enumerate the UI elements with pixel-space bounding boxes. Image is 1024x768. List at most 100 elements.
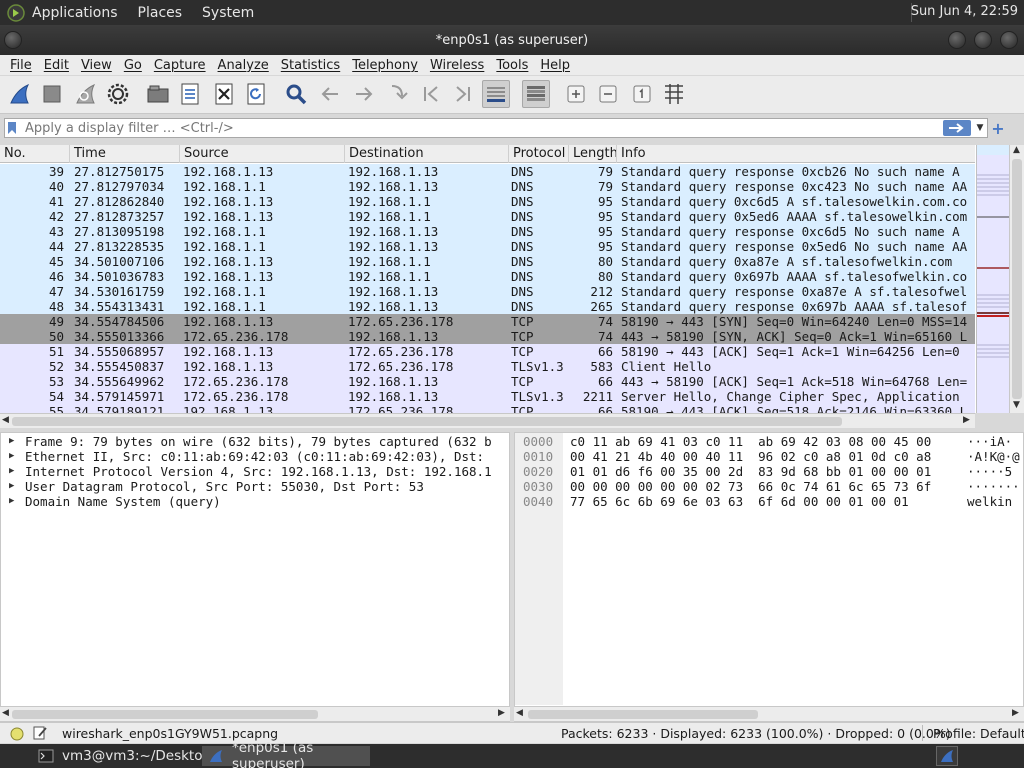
minimize-button[interactable]	[948, 31, 966, 49]
packet-row[interactable]: 51 34.555068957 192.168.1.13 172.65.236.178…	[0, 344, 975, 359]
expand-triangle-icon[interactable]: ▶	[9, 434, 14, 449]
packet-list-hscroll-thumb[interactable]	[12, 417, 842, 426]
close-file-icon[interactable]	[210, 80, 238, 108]
detail-row-ip[interactable]: ▶ Internet Protocol Version 4, Src: 192.1…	[1, 464, 509, 479]
packet-row[interactable]: 41 27.812862840 192.168.1.13 192.168.1.1 DNS…	[0, 194, 975, 209]
menu-tools[interactable]: Tools	[496, 58, 528, 73]
go-forward-icon[interactable]	[350, 80, 378, 108]
colorize-icon[interactable]	[522, 80, 550, 108]
taskbar-item-wireshark[interactable]: *enp0s1 (as superuser)	[202, 740, 370, 768]
normal-size-icon[interactable]	[628, 80, 656, 108]
packet-row[interactable]: 39 27.812750175 192.168.1.13 192.168.1.13 DN…	[0, 164, 975, 179]
menu-edit[interactable]: Edit	[44, 58, 69, 73]
scroll-left-arrow-icon[interactable]: ◀	[516, 708, 523, 718]
expand-triangle-icon[interactable]: ▶	[9, 449, 14, 464]
bytes-hex[interactable]: c0 11 ab 69 41 03 c0 11 ab 69 42 03 08 0…	[570, 434, 931, 449]
system-logo-icon[interactable]	[6, 3, 26, 23]
find-packet-icon[interactable]	[282, 80, 310, 108]
menu-capture[interactable]: Capture	[154, 58, 206, 73]
bytes-hex[interactable]: 00 00 00 00 00 00 02 73 66 0c 74 61 6c 6…	[570, 479, 931, 494]
filter-bookmark-icon[interactable]	[5, 119, 19, 137]
capture-options-gear-icon[interactable]	[104, 80, 132, 108]
packet-row[interactable]: 40 27.812797034 192.168.1.1 192.168.1.13 DNS…	[0, 179, 975, 194]
reload-icon[interactable]	[242, 80, 270, 108]
add-filter-button-plus-icon[interactable]: +	[990, 119, 1006, 138]
packet-row[interactable]: 42 27.812873257 192.168.1.13 192.168.1.1 DNS…	[0, 209, 975, 224]
panel-menu-applications[interactable]: Applications	[32, 5, 118, 21]
packet-row[interactable]: 44 27.813228535 192.168.1.1 192.168.1.13 DNS…	[0, 239, 975, 254]
expand-triangle-icon[interactable]: ▶	[9, 479, 14, 494]
go-back-icon[interactable]	[316, 80, 344, 108]
menu-file[interactable]: File	[10, 58, 32, 73]
capture-comment-edit-icon[interactable]	[32, 725, 48, 744]
taskbar-item-terminal[interactable]: vm3@vm3:~/Desktop	[32, 746, 211, 766]
panel-menu-system[interactable]: System	[202, 5, 254, 21]
go-first-icon[interactable]	[418, 80, 446, 108]
menu-go[interactable]: Go	[124, 58, 142, 73]
column-header-length[interactable]: Length	[569, 145, 617, 163]
panel-clock[interactable]: Sun Jun 4, 22:59	[911, 4, 1018, 19]
menu-telephony[interactable]: Telephony	[352, 58, 418, 73]
detail-row-ethernet[interactable]: ▶ Ethernet II, Src: c0:11:ab:69:42:03 (c0…	[1, 449, 509, 464]
scroll-right-arrow-icon[interactable]: ▶	[498, 708, 505, 718]
open-folder-icon[interactable]	[144, 80, 172, 108]
packet-row[interactable]: 46 34.501036783 192.168.1.13 192.168.1.1 DNS…	[0, 269, 975, 284]
resize-columns-icon[interactable]	[660, 80, 688, 108]
details-hscroll-thumb[interactable]	[12, 710, 318, 719]
shark-fin-restart-icon[interactable]	[72, 80, 100, 108]
scroll-right-arrow-icon[interactable]: ▶	[963, 415, 970, 425]
bytes-hex[interactable]: 77 65 6c 6b 69 6e 03 63 6f 6d 00 00 01 0…	[570, 494, 909, 509]
close-window-button[interactable]	[1000, 31, 1018, 49]
zoom-in-icon[interactable]	[562, 80, 590, 108]
bytes-hex[interactable]: 00 41 21 4b 40 00 40 11 96 02 c0 a8 01 0…	[570, 449, 931, 464]
expert-info-status-icon[interactable]	[10, 727, 24, 744]
detail-row-frame[interactable]: ▶ Frame 9: 79 bytes on wire (632 bits), 7…	[1, 434, 509, 449]
details-horizontal-scrollbar[interactable]: ◀ ▶	[0, 706, 510, 721]
bytes-ascii[interactable]: ·······	[967, 479, 1020, 494]
packet-row[interactable]: 47 34.530161759 192.168.1.1 192.168.1.13 DNS…	[0, 284, 975, 299]
zoom-out-icon[interactable]	[594, 80, 622, 108]
column-header-no[interactable]: No.	[0, 145, 70, 163]
bytes-ascii[interactable]: ···iA·	[967, 434, 1012, 449]
detail-row-dns[interactable]: ▶ Domain Name System (query)	[1, 494, 509, 509]
detail-row-udp[interactable]: ▶ User Datagram Protocol, Src Port: 55030…	[1, 479, 509, 494]
column-header-protocol[interactable]: Protocol	[509, 145, 569, 163]
status-profile[interactable]: Profile: Default	[933, 726, 1024, 741]
bytes-ascii[interactable]: ·····5	[967, 464, 1012, 479]
packet-list-horizontal-scrollbar[interactable]: ◀ ▶	[0, 413, 975, 428]
packet-list-vertical-scrollbar[interactable]: ▲ ▼	[1009, 145, 1024, 413]
stop-square-icon[interactable]	[38, 80, 66, 108]
column-header-source[interactable]: Source	[180, 145, 345, 163]
bytes-ascii[interactable]: ·A!K@·@	[967, 449, 1020, 464]
menu-statistics[interactable]: Statistics	[281, 58, 340, 73]
scroll-right-arrow-icon[interactable]: ▶	[1012, 708, 1019, 718]
go-to-packet-icon[interactable]	[384, 80, 412, 108]
packet-row[interactable]: 50 34.555013366 172.65.236.178 192.168.1.13…	[0, 329, 975, 344]
scroll-left-arrow-icon[interactable]: ◀	[2, 708, 9, 718]
packet-row[interactable]: 45 34.501007106 192.168.1.13 192.168.1.1 DNS…	[0, 254, 975, 269]
bytes-horizontal-scrollbar[interactable]: ◀ ▶	[514, 706, 1024, 721]
workspace-switcher[interactable]	[936, 746, 958, 766]
column-header-destination[interactable]: Destination	[345, 145, 509, 163]
menu-help[interactable]: Help	[540, 58, 570, 73]
expand-triangle-icon[interactable]: ▶	[9, 464, 14, 479]
shark-fin-start-icon[interactable]	[6, 80, 34, 108]
window-title-bar[interactable]: *enp0s1 (as superuser)	[0, 25, 1024, 55]
autoscroll-icon[interactable]	[482, 80, 510, 108]
packet-row[interactable]: 43 27.813095198 192.168.1.1 192.168.1.13 DNS…	[0, 224, 975, 239]
packet-row[interactable]: 52 34.555450837 192.168.1.13 172.65.236.178…	[0, 359, 975, 374]
column-header-time[interactable]: Time	[70, 145, 180, 163]
expand-triangle-icon[interactable]: ▶	[9, 494, 14, 509]
apply-filter-arrow-icon[interactable]	[943, 120, 971, 136]
bytes-hscroll-thumb[interactable]	[528, 710, 758, 719]
packet-row[interactable]: 49 34.554784506 192.168.1.13 172.65.236.178…	[0, 314, 975, 329]
packet-row[interactable]: 55 34.579189121 192.168.1.13 172.65.236.178…	[0, 404, 975, 413]
bytes-ascii[interactable]: welkin	[967, 494, 1012, 509]
save-file-icon[interactable]	[176, 80, 204, 108]
display-filter-input[interactable]	[19, 120, 919, 136]
menu-view[interactable]: View	[81, 58, 112, 73]
window-menu-button[interactable]	[4, 31, 22, 49]
scroll-up-arrow-icon[interactable]: ▲	[1013, 145, 1020, 155]
menu-wireless[interactable]: Wireless	[430, 58, 484, 73]
filter-history-chevron-down-icon[interactable]: ▼	[975, 121, 985, 135]
